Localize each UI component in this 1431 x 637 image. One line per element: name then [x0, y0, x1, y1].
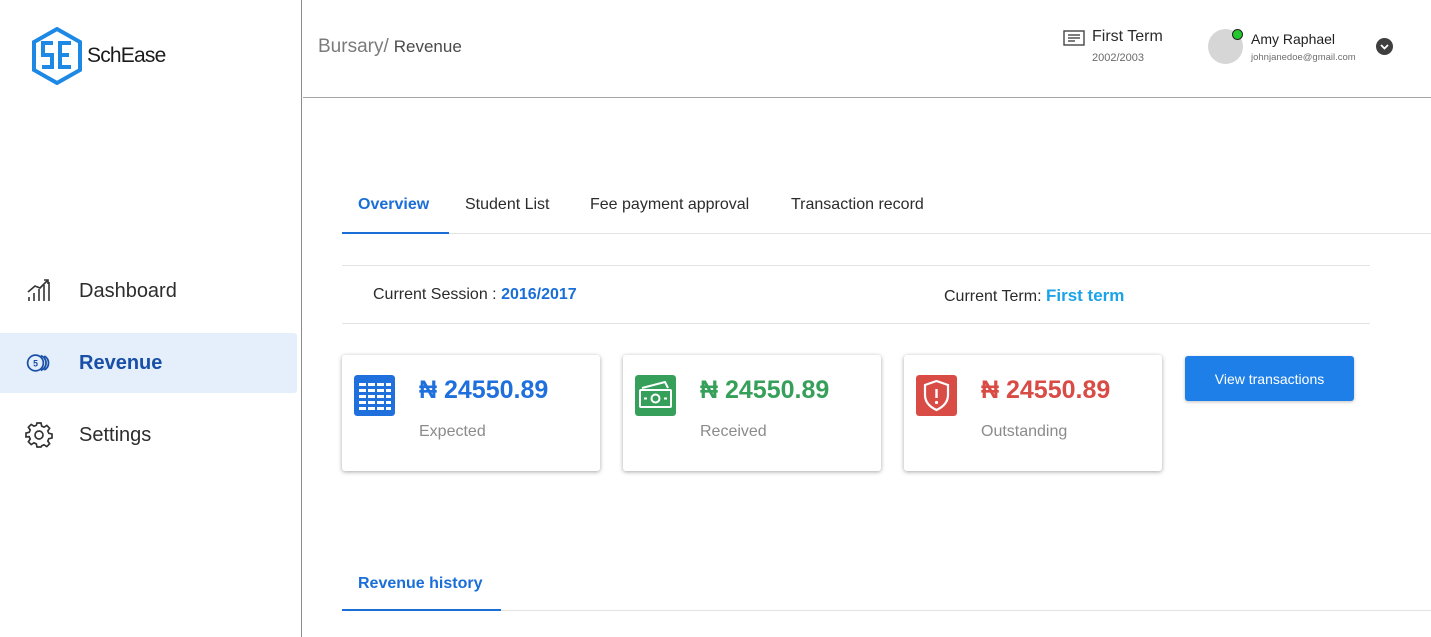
current-session-label: Current Session :	[373, 286, 497, 303]
revenue-tabs: Overview Student List Fee payment approv…	[342, 178, 1431, 234]
current-term: Current Term: First term	[944, 286, 1124, 306]
user-menu-button[interactable]	[1376, 38, 1393, 55]
sidebar-item-settings[interactable]: Settings	[0, 405, 297, 465]
online-status-icon	[1232, 29, 1243, 40]
svg-text:5: 5	[33, 359, 38, 369]
received-card: ₦ 24550.89 Received	[623, 355, 881, 471]
tab-overview[interactable]: Overview	[358, 196, 429, 214]
user-name: Amy Raphael	[1251, 31, 1336, 47]
tab-fee-payment-approval[interactable]: Fee payment approval	[590, 196, 749, 214]
chart-bars-icon	[27, 279, 50, 301]
chevron-down-icon	[1380, 44, 1389, 50]
tab-transaction-record[interactable]: Transaction record	[791, 196, 924, 214]
sidebar-item-revenue[interactable]: 5 Revenue	[0, 333, 297, 393]
shield-alert-icon	[916, 375, 957, 416]
breadcrumb: Bursary/ Revenue	[318, 36, 462, 58]
expected-amount: ₦ 24550.89	[419, 376, 549, 404]
sidebar-item-label: Dashboard	[79, 279, 177, 302]
active-tab-indicator	[342, 609, 501, 611]
expected-card: ₦ 24550.89 Expected	[342, 355, 600, 471]
table-chart-icon	[354, 375, 395, 416]
tab-student-list[interactable]: Student List	[465, 196, 550, 214]
tab-revenue-history[interactable]: Revenue history	[358, 575, 482, 593]
app-logo[interactable]: SchEase	[31, 27, 166, 85]
coins-icon: 5	[26, 354, 50, 372]
outstanding-label: Outstanding	[981, 423, 1068, 440]
cash-icon	[635, 375, 676, 416]
session-info-bar: Current Session : 2016/2017 Current Term…	[342, 265, 1370, 324]
term-label: First Term	[1092, 28, 1163, 45]
current-session: Current Session : 2016/2017	[373, 286, 577, 304]
sidebar-item-label: Settings	[79, 423, 152, 446]
view-transactions-button[interactable]: View transactions	[1185, 356, 1354, 401]
active-tab-indicator	[342, 232, 449, 234]
outstanding-card: ₦ 24550.89 Outstanding	[904, 355, 1162, 471]
current-term-value: First term	[1045, 286, 1125, 305]
revenue-history-tabs: Revenue history	[342, 560, 1431, 611]
app-name: SchEase	[87, 44, 166, 67]
breadcrumb-root[interactable]: Bursary/	[318, 36, 389, 58]
received-label: Received	[700, 423, 767, 440]
sidebar: SchEase Dashboard 5 Revenue Settings	[0, 0, 302, 637]
term-list-icon	[1063, 30, 1085, 46]
sidebar-item-dashboard[interactable]: Dashboard	[0, 261, 297, 321]
gear-icon	[25, 422, 53, 448]
received-amount: ₦ 24550.89	[700, 376, 830, 404]
sidebar-item-label: Revenue	[79, 351, 163, 374]
expected-label: Expected	[419, 423, 486, 440]
schease-logo-icon	[32, 27, 82, 85]
breadcrumb-current: Revenue	[393, 37, 462, 56]
current-session-value: 2016/2017	[501, 286, 577, 303]
top-header: Bursary/ Revenue First Term 2002/2003 Am…	[303, 0, 1431, 98]
outstanding-amount: ₦ 24550.89	[981, 376, 1111, 404]
term-session: 2002/2003	[1092, 52, 1144, 64]
current-term-label: Current Term:	[944, 288, 1042, 305]
user-email: johnjanedoe@gmail.com	[1251, 52, 1356, 63]
